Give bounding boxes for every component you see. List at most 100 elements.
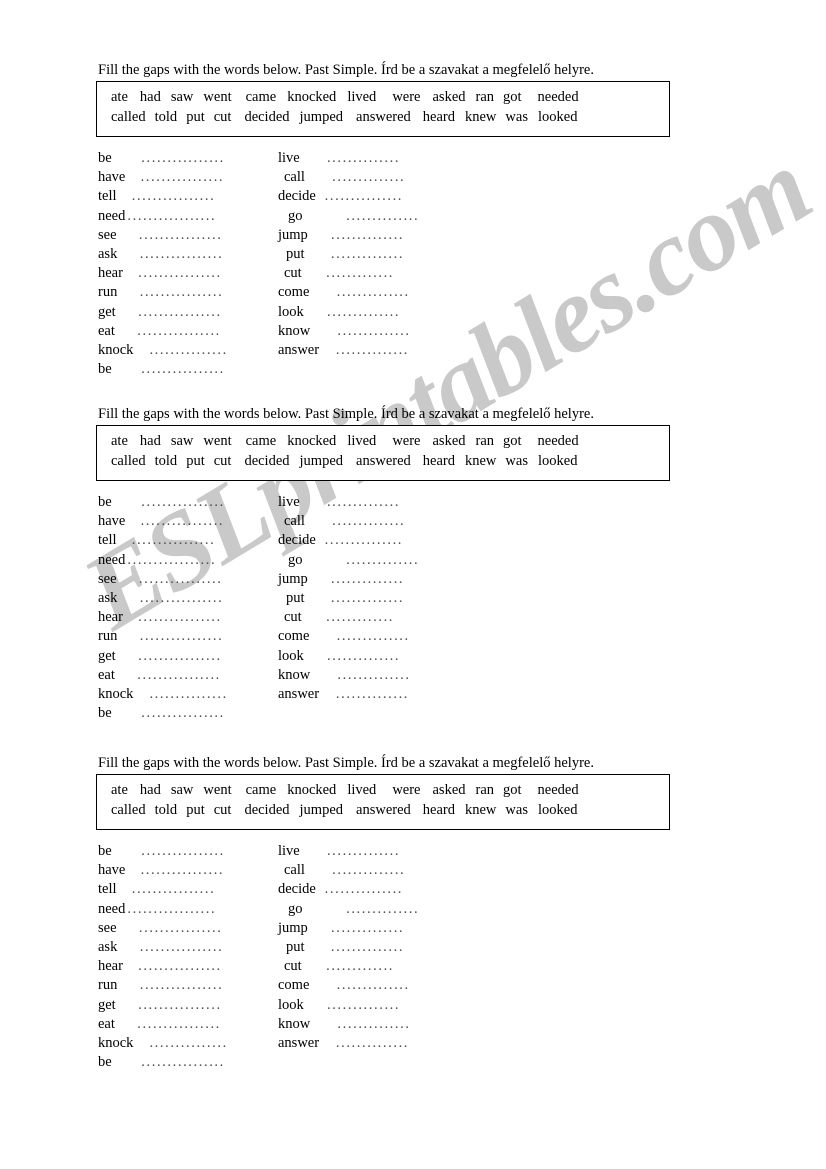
word-bank-word[interactable]: called [111,800,146,820]
answer-blank[interactable]: ............... [149,341,227,360]
word-bank-word[interactable]: asked [432,780,465,800]
word-bank-word[interactable]: got [503,431,522,451]
answer-blank[interactable]: ................ [140,245,224,264]
answer-blank[interactable]: ................ [137,322,221,341]
word-bank-word[interactable]: knew [465,451,496,471]
word-bank-word[interactable]: knocked [287,431,336,451]
answer-blank[interactable]: ................ [138,608,222,627]
word-bank-word[interactable]: knocked [287,780,336,800]
word-bank-word[interactable]: was [505,451,528,471]
answer-blank[interactable]: .............. [336,685,409,704]
answer-blank[interactable]: .............. [331,589,404,608]
answer-blank[interactable]: ................ [141,360,225,379]
word-bank-word[interactable]: asked [432,87,465,107]
answer-blank[interactable]: .............. [337,666,410,685]
answer-blank[interactable]: ............... [325,531,403,550]
answer-blank[interactable]: ................ [140,976,224,995]
word-bank-word[interactable]: ran [476,87,495,107]
word-bank-word[interactable]: knocked [287,87,336,107]
word-bank-word[interactable]: jumped [300,451,344,471]
word-bank-word[interactable]: told [155,800,178,820]
word-bank-word[interactable]: knew [465,107,496,127]
word-bank-word[interactable]: came [246,431,277,451]
word-bank-word[interactable]: heard [423,107,455,127]
answer-blank[interactable]: ................ [141,493,225,512]
answer-blank[interactable]: .............. [337,283,410,302]
answer-blank[interactable]: ................ [138,303,222,322]
word-bank-word[interactable]: told [155,107,178,127]
answer-blank[interactable]: .............. [331,245,404,264]
word-bank-word[interactable]: put [186,800,205,820]
answer-blank[interactable]: ................ [141,1053,225,1072]
answer-blank[interactable]: ................ [132,880,216,899]
answer-blank[interactable]: .............. [337,322,410,341]
answer-blank[interactable]: .............. [327,493,400,512]
answer-blank[interactable]: .............. [327,149,400,168]
answer-blank[interactable]: .............. [332,168,405,187]
answer-blank[interactable]: .............. [327,842,400,861]
answer-blank[interactable]: .............. [332,861,405,880]
word-bank-word[interactable]: lived [347,87,376,107]
word-bank-word[interactable]: saw [171,431,194,451]
word-bank-word[interactable]: were [392,780,420,800]
answer-blank[interactable]: ................ [138,957,222,976]
word-bank-word[interactable]: called [111,107,146,127]
answer-blank[interactable]: ................ [140,627,224,646]
answer-blank[interactable]: .............. [337,627,410,646]
word-bank-word[interactable]: got [503,780,522,800]
word-bank-word[interactable]: jumped [300,800,344,820]
answer-blank[interactable]: .............. [327,996,400,1015]
word-bank-word[interactable]: ate [111,431,128,451]
word-bank-word[interactable]: put [186,451,205,471]
word-bank-word[interactable]: put [186,107,205,127]
answer-blank[interactable]: ................ [132,531,216,550]
word-bank-word[interactable]: answered [356,107,411,127]
answer-blank[interactable]: .............. [327,303,400,322]
answer-blank[interactable]: ................ [139,919,223,938]
answer-blank[interactable]: ................ [138,996,222,1015]
word-bank-word[interactable]: called [111,451,146,471]
word-bank-word[interactable]: needed [538,780,579,800]
answer-blank[interactable]: ................ [137,1015,221,1034]
answer-blank[interactable]: ............... [149,1034,227,1053]
answer-blank[interactable]: ................ [141,149,225,168]
word-bank-word[interactable]: cut [214,800,232,820]
word-bank-word[interactable]: told [155,451,178,471]
word-bank-word[interactable]: looked [538,800,577,820]
answer-blank[interactable]: .............. [336,341,409,360]
answer-blank[interactable]: ................ [139,570,223,589]
word-bank-word[interactable]: lived [347,780,376,800]
word-bank-word[interactable]: decided [244,800,289,820]
answer-blank[interactable]: ................ [138,264,222,283]
word-bank-word[interactable]: was [505,107,528,127]
answer-blank[interactable]: .............. [337,1015,410,1034]
word-bank-word[interactable]: heard [423,451,455,471]
answer-blank[interactable]: .............. [346,900,419,919]
word-bank-word[interactable]: had [140,780,161,800]
answer-blank[interactable]: ............... [325,880,403,899]
answer-blank[interactable]: .............. [331,570,404,589]
word-bank-word[interactable]: heard [423,800,455,820]
word-bank-word[interactable]: jumped [300,107,344,127]
answer-blank[interactable]: .............. [331,226,404,245]
word-bank-word[interactable]: decided [244,107,289,127]
answer-blank[interactable]: ................. [127,207,216,226]
answer-blank[interactable]: ................ [141,842,225,861]
answer-blank[interactable]: .............. [331,919,404,938]
answer-blank[interactable]: ................ [141,861,225,880]
answer-blank[interactable]: ............. [326,957,394,976]
answer-blank[interactable]: ............. [326,608,394,627]
word-bank-word[interactable]: came [246,780,277,800]
answer-blank[interactable]: ................ [140,589,224,608]
word-bank-word[interactable]: were [392,431,420,451]
word-bank-word[interactable]: knew [465,800,496,820]
answer-blank[interactable]: ................. [127,551,216,570]
answer-blank[interactable]: ................ [139,226,223,245]
answer-blank[interactable]: ................ [138,647,222,666]
word-bank-word[interactable]: answered [356,800,411,820]
word-bank-word[interactable]: saw [171,87,194,107]
word-bank-word[interactable]: needed [538,87,579,107]
word-bank-word[interactable]: went [203,87,231,107]
answer-blank[interactable]: .............. [346,207,419,226]
answer-blank[interactable]: ................ [140,938,224,957]
